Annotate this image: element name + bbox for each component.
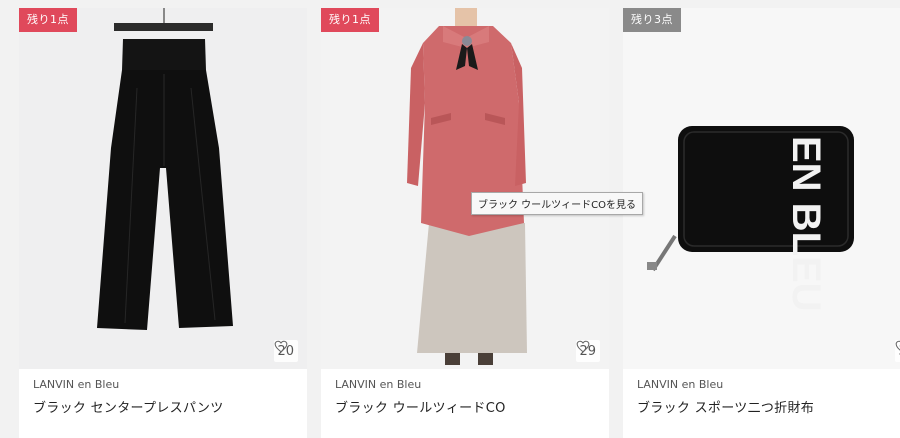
product-image[interactable]: 残り1点 20 — [19, 8, 307, 369]
product-card[interactable]: 残り1点 20 LANVIN en Bleu ブラック センタープレスパンツ — [19, 8, 307, 438]
product-card[interactable]: 残り1点 29 LANVIN en Bleu ブラック ウールツィードCO — [321, 8, 609, 438]
stock-badge: 残り3点 — [623, 8, 681, 32]
product-name[interactable]: ブラック センタープレスパンツ — [33, 397, 224, 416]
stock-badge: 残り1点 — [321, 8, 379, 32]
product-name[interactable]: ブラック スポーツ二つ折財布 — [637, 397, 814, 416]
heart-icon — [896, 340, 900, 351]
product-name[interactable]: ブラック ウールツィードCO — [335, 397, 506, 416]
product-image[interactable]: EN BLEU 残り3点 32 — [623, 8, 900, 369]
wallet-print: EN BLEU — [784, 136, 828, 312]
favorite-button[interactable]: 20 — [274, 340, 298, 362]
pants-illustration — [97, 8, 233, 330]
coat-model-illustration — [407, 8, 527, 365]
stock-badge: 残り1点 — [19, 8, 77, 32]
product-image[interactable]: 残り1点 29 — [321, 8, 609, 369]
favorite-button[interactable]: 29 — [576, 340, 600, 362]
image-tooltip: ブラック ウールツィードCOを見る — [471, 192, 644, 215]
wallet-illustration: EN BLEU — [647, 126, 854, 312]
favorite-button[interactable]: 32 — [895, 340, 900, 362]
heart-icon — [275, 340, 288, 353]
brand-name[interactable]: LANVIN en Bleu — [637, 378, 723, 391]
heart-icon — [577, 340, 590, 353]
brand-name[interactable]: LANVIN en Bleu — [33, 378, 119, 391]
brand-name[interactable]: LANVIN en Bleu — [335, 378, 421, 391]
product-card[interactable]: EN BLEU 残り3点 32 LANVIN en Bleu ブラック スポーツ… — [623, 8, 900, 438]
